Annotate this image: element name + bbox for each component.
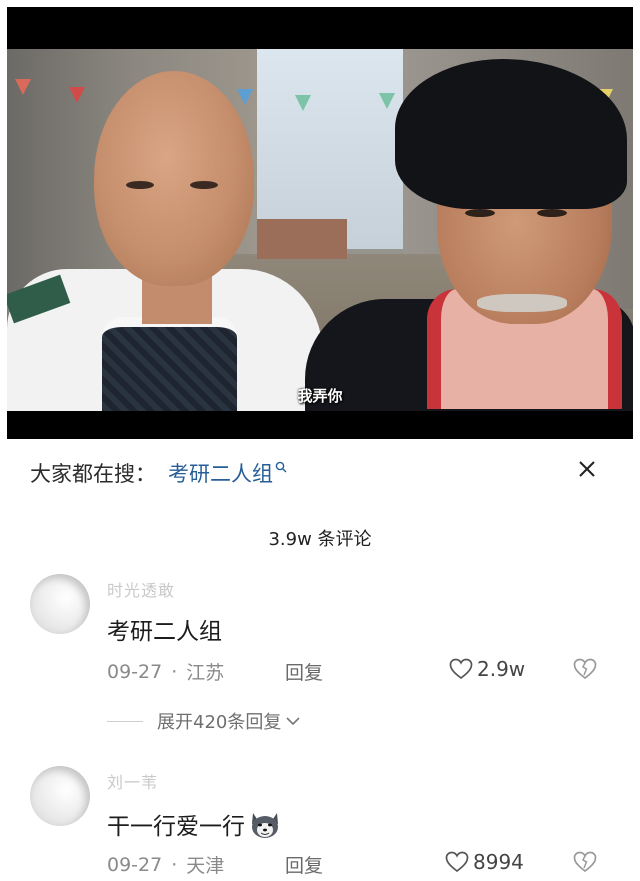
reply-button[interactable]: 回复: [285, 851, 323, 878]
reply-button[interactable]: 回复: [285, 658, 323, 685]
avatar[interactable]: [30, 766, 90, 826]
comment-text: 干一行爱一行: [107, 807, 281, 841]
video-player[interactable]: 我弄你: [7, 7, 633, 439]
search-term-link[interactable]: 考研二人组: [168, 458, 287, 488]
close-icon[interactable]: [570, 452, 604, 486]
like-count: 8994: [473, 850, 524, 874]
comment-username[interactable]: 刘一苇: [107, 769, 158, 793]
search-term-label: 考研二人组: [168, 462, 273, 486]
dislike-icon[interactable]: [573, 851, 597, 877]
comment-meta: 09-27 · 江苏: [107, 658, 224, 685]
like-button[interactable]: 8994: [445, 850, 524, 874]
heart-icon: [449, 658, 473, 680]
person-left: [94, 71, 254, 286]
like-count: 2.9w: [477, 657, 526, 681]
husky-emoji-icon: [249, 809, 281, 839]
comment-count: 3.9w 条评论: [268, 529, 372, 550]
comment-location: 天津: [186, 855, 225, 877]
expand-replies-label: 展开420条回复: [157, 712, 282, 733]
comment-meta: 09-27 · 天津: [107, 851, 224, 878]
like-button[interactable]: 2.9w: [449, 657, 525, 681]
comment-username[interactable]: 时光透敢: [107, 577, 175, 601]
video-subtitle: 我弄你: [297, 387, 343, 405]
search-icon: [275, 461, 287, 477]
video-frame: 我弄你: [7, 49, 633, 411]
comment-date: 09-27: [107, 660, 163, 683]
avatar[interactable]: [30, 574, 90, 634]
search-prefix: 大家都在搜：: [30, 462, 156, 486]
expand-replies-button[interactable]: 展开420条回复: [107, 708, 301, 734]
dislike-icon[interactable]: [573, 658, 597, 684]
chevron-down-icon: [286, 717, 300, 726]
comment-text: 考研二人组: [107, 612, 222, 646]
divider: [107, 720, 143, 722]
comment-text-body: 考研二人组: [107, 619, 222, 645]
comment-location: 江苏: [186, 662, 225, 684]
comment-text-body: 干一行爱一行: [107, 814, 245, 840]
comment-date: 09-27: [107, 853, 163, 876]
search-suggestion[interactable]: 大家都在搜： 考研二人组: [30, 453, 287, 493]
heart-icon: [445, 851, 469, 873]
